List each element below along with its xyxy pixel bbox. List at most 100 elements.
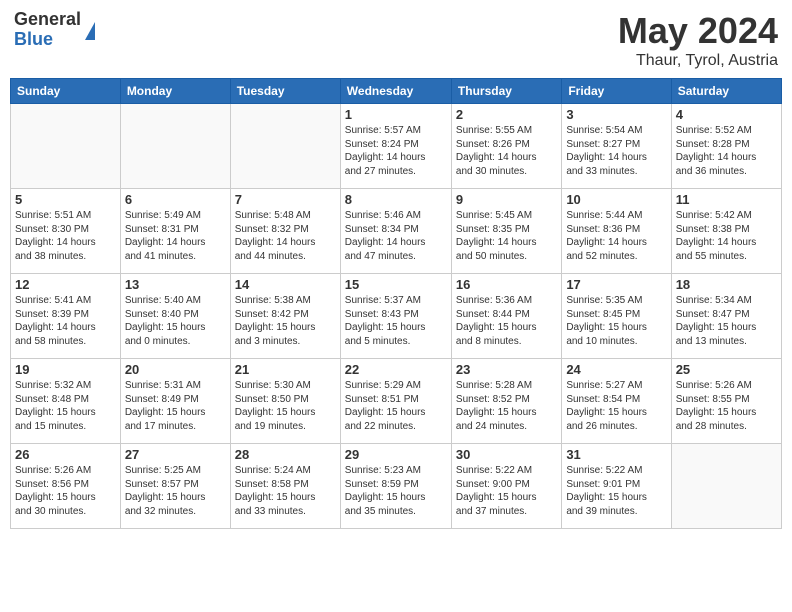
day-number: 20: [125, 362, 226, 377]
day-info: Sunrise: 5:54 AM Sunset: 8:27 PM Dayligh…: [566, 124, 666, 178]
day-info: Sunrise: 5:42 AM Sunset: 8:38 PM Dayligh…: [676, 209, 777, 263]
logo: General Blue: [14, 10, 95, 50]
calendar-cell: 22 Sunrise: 5:29 AM Sunset: 8:51 PM Dayli…: [340, 359, 451, 444]
day-number: 4: [676, 107, 777, 122]
day-info: Sunrise: 5:25 AM Sunset: 8:57 PM Dayligh…: [125, 464, 226, 518]
calendar-cell: 13 Sunrise: 5:40 AM Sunset: 8:40 PM Dayli…: [120, 274, 230, 359]
calendar-cell: 9 Sunrise: 5:45 AM Sunset: 8:35 PM Daylig…: [451, 189, 561, 274]
month-title: May 2024: [618, 10, 778, 52]
day-number: 8: [345, 192, 447, 207]
calendar-cell: 4 Sunrise: 5:52 AM Sunset: 8:28 PM Daylig…: [671, 104, 781, 189]
calendar-cell: [230, 104, 340, 189]
week-row-2: 5Sunrise: 5:51 AM Sunset: 8:30 PM Daylig…: [11, 189, 782, 274]
day-number: 5: [15, 192, 116, 207]
logo-blue: Blue: [14, 30, 81, 50]
calendar-cell: 29 Sunrise: 5:23 AM Sunset: 8:59 PM Dayli…: [340, 444, 451, 529]
day-info: Sunrise: 5:57 AM Sunset: 8:24 PM Dayligh…: [345, 124, 447, 178]
calendar-cell: 31 Sunrise: 5:22 AM Sunset: 9:01 PM Dayli…: [562, 444, 671, 529]
week-row-4: 19 Sunrise: 5:32 AM Sunset: 8:48 PM Dayli…: [11, 359, 782, 444]
day-info: Sunrise: 5:24 AM Sunset: 8:58 PM Dayligh…: [235, 464, 336, 518]
day-info: Sunrise: 5:35 AM Sunset: 8:45 PM Dayligh…: [566, 294, 666, 348]
day-info: Sunrise: 5:36 AM Sunset: 8:44 PM Dayligh…: [456, 294, 557, 348]
day-number: 7: [235, 192, 336, 207]
day-info: Sunrise: 5:31 AM Sunset: 8:49 PM Dayligh…: [125, 379, 226, 433]
calendar-cell: 1 Sunrise: 5:57 AM Sunset: 8:24 PM Daylig…: [340, 104, 451, 189]
day-number: 13: [125, 277, 226, 292]
calendar-cell: 11 Sunrise: 5:42 AM Sunset: 8:38 PM Dayli…: [671, 189, 781, 274]
weekday-header-monday: Monday: [120, 79, 230, 104]
calendar-cell: 21Sunrise: 5:30 AM Sunset: 8:50 PM Dayli…: [230, 359, 340, 444]
calendar-cell: 8 Sunrise: 5:46 AM Sunset: 8:34 PM Daylig…: [340, 189, 451, 274]
calendar-cell: 25 Sunrise: 5:26 AM Sunset: 8:55 PM Dayli…: [671, 359, 781, 444]
day-info: Sunrise: 5:41 AM Sunset: 8:39 PM Dayligh…: [15, 294, 116, 348]
day-info: Sunrise: 5:26 AM Sunset: 8:56 PM Dayligh…: [15, 464, 116, 518]
day-number: 11: [676, 192, 777, 207]
day-number: 3: [566, 107, 666, 122]
day-number: 12: [15, 277, 116, 292]
day-info: Sunrise: 5:23 AM Sunset: 8:59 PM Dayligh…: [345, 464, 447, 518]
calendar-cell: 7Sunrise: 5:48 AM Sunset: 8:32 PM Daylig…: [230, 189, 340, 274]
day-info: Sunrise: 5:34 AM Sunset: 8:47 PM Dayligh…: [676, 294, 777, 348]
weekday-header-wednesday: Wednesday: [340, 79, 451, 104]
logo-triangle-icon: [85, 22, 95, 40]
calendar-table: SundayMondayTuesdayWednesdayThursdayFrid…: [10, 78, 782, 529]
day-number: 9: [456, 192, 557, 207]
day-number: 31: [566, 447, 666, 462]
day-number: 28: [235, 447, 336, 462]
day-info: Sunrise: 5:38 AM Sunset: 8:42 PM Dayligh…: [235, 294, 336, 348]
weekday-header-saturday: Saturday: [671, 79, 781, 104]
calendar-cell: 16 Sunrise: 5:36 AM Sunset: 8:44 PM Dayli…: [451, 274, 561, 359]
calendar-cell: 23Sunrise: 5:28 AM Sunset: 8:52 PM Dayli…: [451, 359, 561, 444]
calendar-cell: 18Sunrise: 5:34 AM Sunset: 8:47 PM Dayli…: [671, 274, 781, 359]
title-section: May 2024 Thaur, Tyrol, Austria: [618, 10, 778, 70]
day-info: Sunrise: 5:22 AM Sunset: 9:00 PM Dayligh…: [456, 464, 557, 518]
day-info: Sunrise: 5:52 AM Sunset: 8:28 PM Dayligh…: [676, 124, 777, 178]
calendar-cell: 10 Sunrise: 5:44 AM Sunset: 8:36 PM Dayli…: [562, 189, 671, 274]
calendar-cell: [11, 104, 121, 189]
day-number: 19: [15, 362, 116, 377]
day-info: Sunrise: 5:27 AM Sunset: 8:54 PM Dayligh…: [566, 379, 666, 433]
calendar-cell: 12 Sunrise: 5:41 AM Sunset: 8:39 PM Dayli…: [11, 274, 121, 359]
calendar-cell: [671, 444, 781, 529]
day-number: 14: [235, 277, 336, 292]
day-info: Sunrise: 5:44 AM Sunset: 8:36 PM Dayligh…: [566, 209, 666, 263]
day-info: Sunrise: 5:46 AM Sunset: 8:34 PM Dayligh…: [345, 209, 447, 263]
weekday-header-thursday: Thursday: [451, 79, 561, 104]
day-info: Sunrise: 5:22 AM Sunset: 9:01 PM Dayligh…: [566, 464, 666, 518]
calendar-cell: 5Sunrise: 5:51 AM Sunset: 8:30 PM Daylig…: [11, 189, 121, 274]
day-info: Sunrise: 5:29 AM Sunset: 8:51 PM Dayligh…: [345, 379, 447, 433]
day-number: 2: [456, 107, 557, 122]
day-number: 16: [456, 277, 557, 292]
day-info: Sunrise: 5:45 AM Sunset: 8:35 PM Dayligh…: [456, 209, 557, 263]
week-row-5: 26Sunrise: 5:26 AM Sunset: 8:56 PM Dayli…: [11, 444, 782, 529]
day-info: Sunrise: 5:30 AM Sunset: 8:50 PM Dayligh…: [235, 379, 336, 433]
day-number: 1: [345, 107, 447, 122]
calendar-cell: 20 Sunrise: 5:31 AM Sunset: 8:49 PM Dayli…: [120, 359, 230, 444]
weekday-header-tuesday: Tuesday: [230, 79, 340, 104]
day-number: 30: [456, 447, 557, 462]
weekday-header-row: SundayMondayTuesdayWednesdayThursdayFrid…: [11, 79, 782, 104]
day-number: 29: [345, 447, 447, 462]
day-info: Sunrise: 5:55 AM Sunset: 8:26 PM Dayligh…: [456, 124, 557, 178]
day-info: Sunrise: 5:32 AM Sunset: 8:48 PM Dayligh…: [15, 379, 116, 433]
day-info: Sunrise: 5:49 AM Sunset: 8:31 PM Dayligh…: [125, 209, 226, 263]
page-header: General Blue May 2024 Thaur, Tyrol, Aust…: [10, 10, 782, 70]
day-number: 24: [566, 362, 666, 377]
calendar-cell: [120, 104, 230, 189]
day-number: 6: [125, 192, 226, 207]
calendar-cell: 6 Sunrise: 5:49 AM Sunset: 8:31 PM Daylig…: [120, 189, 230, 274]
day-number: 25: [676, 362, 777, 377]
calendar-cell: 28 Sunrise: 5:24 AM Sunset: 8:58 PM Dayli…: [230, 444, 340, 529]
day-number: 17: [566, 277, 666, 292]
calendar-cell: 26Sunrise: 5:26 AM Sunset: 8:56 PM Dayli…: [11, 444, 121, 529]
calendar-cell: 2 Sunrise: 5:55 AM Sunset: 8:26 PM Daylig…: [451, 104, 561, 189]
week-row-3: 12 Sunrise: 5:41 AM Sunset: 8:39 PM Dayli…: [11, 274, 782, 359]
calendar-cell: 14 Sunrise: 5:38 AM Sunset: 8:42 PM Dayli…: [230, 274, 340, 359]
day-info: Sunrise: 5:26 AM Sunset: 8:55 PM Dayligh…: [676, 379, 777, 433]
calendar-cell: 24 Sunrise: 5:27 AM Sunset: 8:54 PM Dayli…: [562, 359, 671, 444]
calendar-cell: 3 Sunrise: 5:54 AM Sunset: 8:27 PM Daylig…: [562, 104, 671, 189]
day-number: 10: [566, 192, 666, 207]
weekday-header-friday: Friday: [562, 79, 671, 104]
day-info: Sunrise: 5:40 AM Sunset: 8:40 PM Dayligh…: [125, 294, 226, 348]
day-number: 22: [345, 362, 447, 377]
